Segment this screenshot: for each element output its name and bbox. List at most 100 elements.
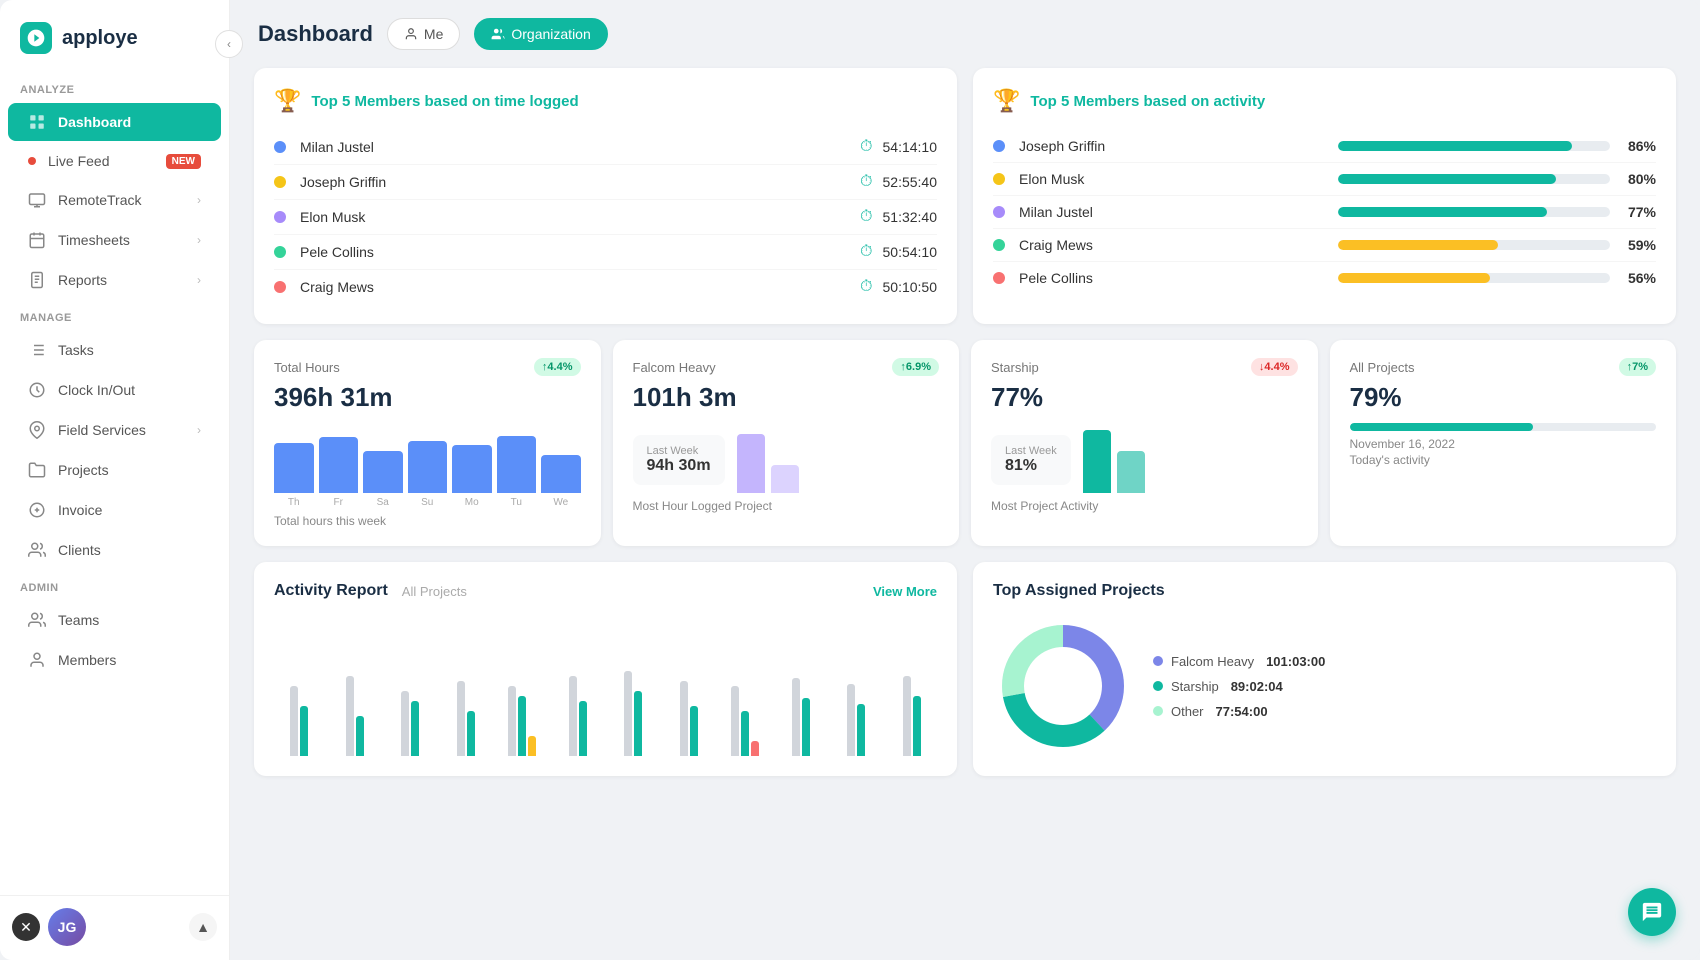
sidebar-item-fieldservices[interactable]: Field Services ›	[8, 411, 221, 449]
act-dot-1	[993, 173, 1005, 185]
top5-row: 🏆 Top 5 Members based on time logged Mil…	[254, 68, 1676, 324]
sidebar-item-label-projects: Projects	[58, 462, 201, 478]
page-title: Dashboard	[258, 21, 373, 47]
sidebar-item-timesheets[interactable]: Timesheets ›	[8, 221, 221, 259]
all-projects-value: 79%	[1350, 382, 1657, 413]
act-col-10	[776, 616, 826, 756]
top5-activity-title: Top 5 Members based on activity	[1030, 93, 1265, 110]
most-hour-label: Falcom Heavy	[633, 360, 716, 375]
act-col-5	[497, 616, 547, 756]
top5-activity-header: 🏆 Top 5 Members based on activity	[993, 88, 1656, 114]
top5-time-title: Top 5 Members based on time logged	[311, 93, 578, 110]
top5-activity-list: Joseph Griffin 86% Elon Musk 80%	[993, 130, 1656, 294]
new-badge: NEW	[166, 154, 201, 169]
sidebar-item-tasks[interactable]: Tasks	[8, 331, 221, 369]
most-hour-project-card: Falcom Heavy ↑6.9% 101h 3m Last Week 94h…	[613, 340, 960, 546]
view-more-button[interactable]: View More	[873, 584, 937, 599]
sidebar-item-dashboard[interactable]: Dashboard	[8, 103, 221, 141]
sidebar-item-label-invoice: Invoice	[58, 502, 201, 518]
all-projects-label: All Projects	[1350, 360, 1415, 375]
top5-time-row-4: Craig Mews ⏱ 50:10:50	[274, 270, 937, 304]
trophy-icon: 🏆	[274, 88, 301, 114]
most-activity-card: Starship ↓4.4% 77% Last Week 81%	[971, 340, 1318, 546]
sidebar-item-members[interactable]: Members	[8, 641, 221, 679]
most-activity-value: 77%	[991, 382, 1298, 413]
sidebar-item-reports[interactable]: Reports ›	[8, 261, 221, 299]
act-col-3	[386, 616, 436, 756]
activity-bar-0: 86%	[1338, 138, 1657, 154]
legend-dot-2	[1153, 706, 1163, 716]
act-col-8	[664, 616, 714, 756]
bar-fr	[319, 437, 359, 493]
all-projects-sub: Today's activity	[1350, 453, 1657, 467]
act-col-12	[887, 616, 937, 756]
sidebar-item-remotetrack[interactable]: RemoteTrack ›	[8, 181, 221, 219]
total-hours-label: Total Hours	[274, 360, 340, 375]
dashboard-content: 🏆 Top 5 Members based on time logged Mil…	[230, 60, 1700, 960]
top5-act-row-0: Joseph Griffin 86%	[993, 130, 1656, 163]
organization-button[interactable]: Organization	[474, 18, 607, 50]
activity-report-card: Activity Report All Projects View More	[254, 562, 957, 776]
chat-button[interactable]	[1628, 888, 1676, 936]
clock-icon: ⏱	[860, 208, 872, 226]
legend-dot-1	[1153, 681, 1163, 691]
all-projects-card: All Projects ↑7% 79% November 16, 2022 T…	[1330, 340, 1677, 546]
most-activity-label: Starship	[991, 360, 1039, 375]
last-week-box-2: Last Week 81%	[991, 435, 1071, 485]
bar-mo	[452, 445, 492, 493]
scroll-up-button[interactable]: ▲	[189, 913, 217, 941]
most-activity-sub: Most Project Activity	[991, 499, 1298, 513]
live-dot-icon	[28, 157, 36, 165]
sidebar-item-clients[interactable]: Clients	[8, 531, 221, 569]
top-projects-card: Top Assigned Projects	[973, 562, 1676, 776]
act-col-4	[441, 616, 491, 756]
sidebar-item-teams[interactable]: Teams	[8, 601, 221, 639]
chevron-icon: ›	[197, 423, 201, 437]
total-hours-sub: Total hours this week	[274, 514, 581, 528]
all-projects-progress-track	[1350, 423, 1657, 431]
act-dot-0	[993, 140, 1005, 152]
sidebar: apploye ‹ Analyze Dashboard Live Feed NE…	[0, 0, 230, 960]
sidebar-item-livefeed[interactable]: Live Feed NEW	[8, 143, 221, 179]
sidebar-item-label-tasks: Tasks	[58, 342, 201, 358]
act-col-9	[720, 616, 770, 756]
logo-text: apploye	[62, 27, 138, 50]
top5-act-row-4: Pele Collins 56%	[993, 262, 1656, 294]
donut-chart	[993, 616, 1133, 756]
sidebar-close-button[interactable]: ✕	[12, 913, 40, 941]
sidebar-bottom: ✕ JG ▲	[0, 895, 229, 960]
act-dot-2	[993, 206, 1005, 218]
total-hours-badge: ↑4.4%	[534, 358, 581, 376]
clock-icon: ⏱	[860, 173, 872, 191]
bar-th	[274, 443, 314, 493]
top5-activity-card: 🏆 Top 5 Members based on activity Joseph…	[973, 68, 1676, 324]
sidebar-item-clockinout[interactable]: Clock In/Out	[8, 371, 221, 409]
main-area: Dashboard Me Organization 🏆 Top 5 Member…	[230, 0, 1700, 960]
project-bar-1	[737, 434, 765, 494]
bar-tu	[497, 436, 537, 493]
sidebar-item-invoice[interactable]: Invoice	[8, 491, 221, 529]
analyze-section-label: Analyze	[0, 72, 229, 102]
avatar: JG	[48, 908, 86, 946]
me-button[interactable]: Me	[387, 18, 460, 50]
sidebar-item-label-remotetrack: RemoteTrack	[58, 192, 185, 208]
all-projects-badge: ↑7%	[1619, 358, 1656, 376]
sidebar-collapse-btn[interactable]: ‹	[215, 30, 243, 58]
clock-icon: ⏱	[860, 243, 872, 261]
activity-bar-tall	[1083, 430, 1111, 493]
activity-report-subtitle: All Projects	[402, 584, 467, 599]
most-activity-badge: ↓4.4%	[1251, 358, 1298, 376]
sidebar-item-label-clients: Clients	[58, 542, 201, 558]
top-projects-title: Top Assigned Projects	[993, 582, 1165, 600]
legend-item-1: Starship 89:02:04	[1153, 679, 1325, 694]
sidebar-item-projects[interactable]: Projects	[8, 451, 221, 489]
act-col-7	[609, 616, 659, 756]
sidebar-item-label-livefeed: Live Feed	[48, 153, 148, 169]
act-col-11	[832, 616, 882, 756]
member-dot-0	[274, 141, 286, 153]
sidebar-item-label-members: Members	[58, 652, 201, 668]
top5-time-row-0: Milan Justel ⏱ 54:14:10	[274, 130, 937, 165]
clock-icon: ⏱	[860, 278, 872, 296]
activity-bar-2: 77%	[1338, 204, 1657, 220]
top5-time-row-3: Pele Collins ⏱ 50:54:10	[274, 235, 937, 270]
